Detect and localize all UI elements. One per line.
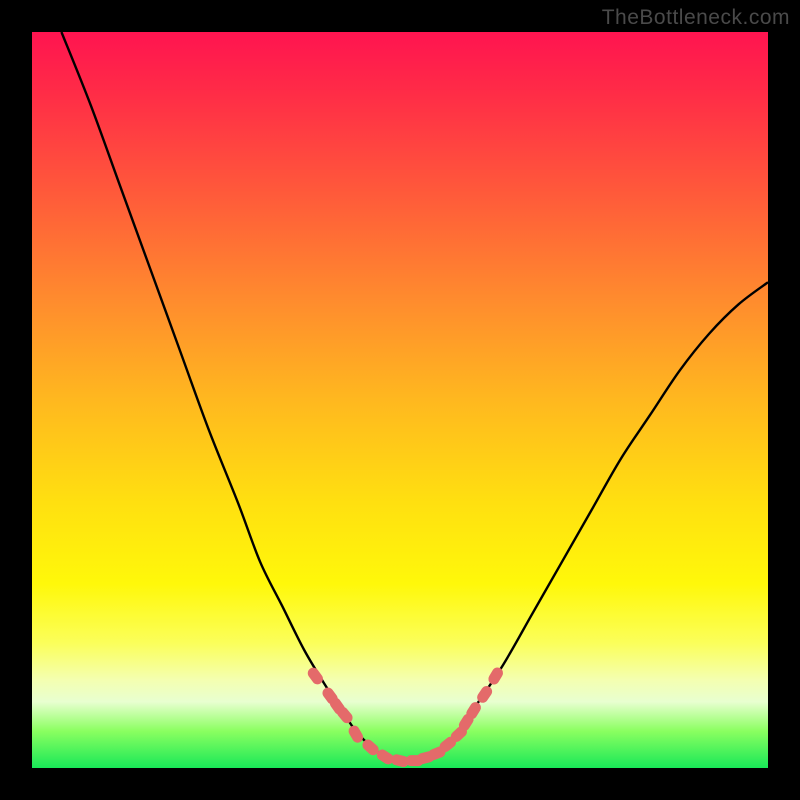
marker-point [347,724,366,745]
highlight-markers [306,665,505,768]
marker-point [486,665,505,686]
curve-svg [32,32,768,768]
plot-area [32,32,768,768]
watermark-text: TheBottleneck.com [602,6,790,30]
marker-point [306,665,326,686]
bottleneck-curve [61,32,768,761]
chart-frame: TheBottleneck.com [0,0,800,800]
